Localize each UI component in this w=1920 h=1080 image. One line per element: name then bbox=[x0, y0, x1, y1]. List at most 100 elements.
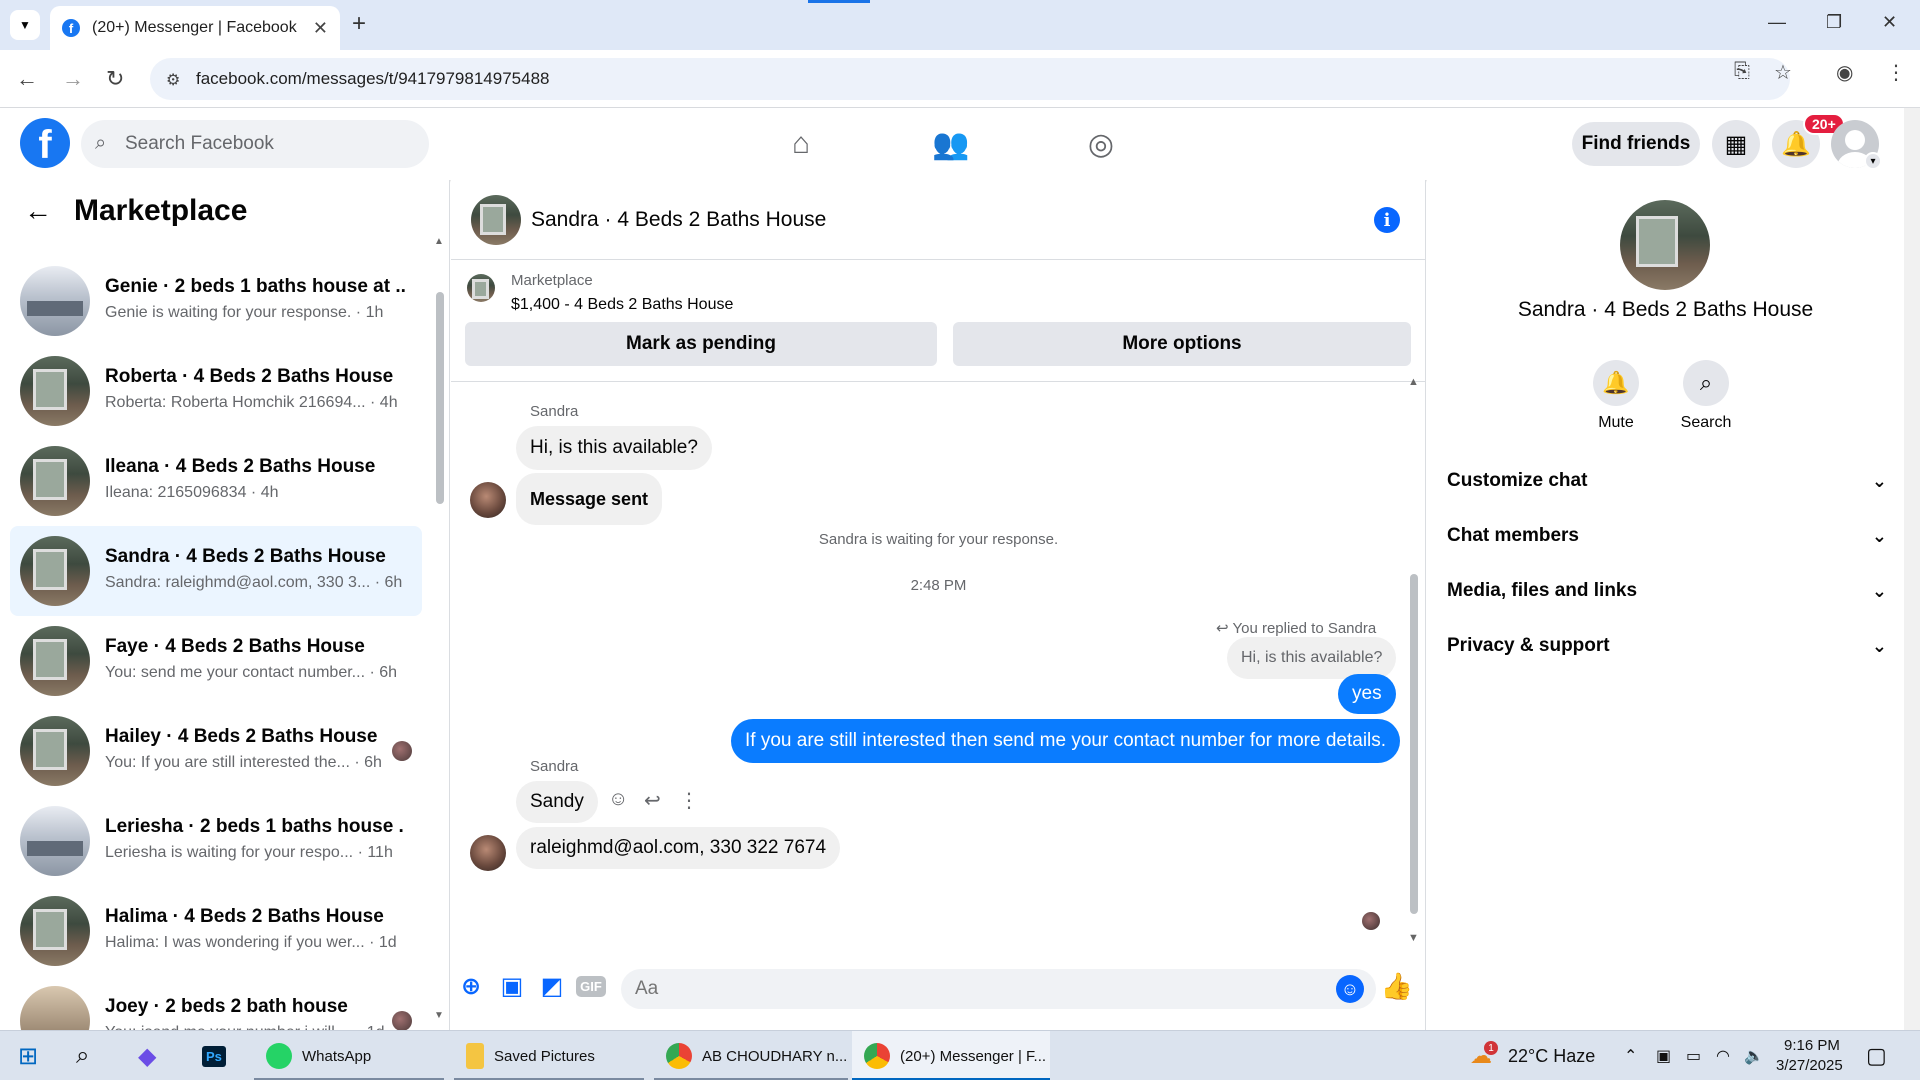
incoming-message[interactable]: raleighmd@aol.com, 330 322 7674 bbox=[516, 827, 841, 869]
url-text: facebook.com/messages/t/9417979814975488 bbox=[196, 69, 550, 88]
tab-search-button[interactable]: ▼ bbox=[10, 10, 40, 40]
incoming-message[interactable]: Hi, is this available? bbox=[516, 426, 712, 470]
restore-icon[interactable]: ❐ bbox=[1826, 12, 1842, 33]
attach-photo-icon[interactable]: ▣ bbox=[498, 972, 526, 1000]
message-input[interactable] bbox=[621, 969, 1376, 1009]
taskbar-saved-pictures[interactable]: Saved Pictures bbox=[454, 1031, 644, 1080]
chat-members-row[interactable]: Chat members ⌄ bbox=[1447, 516, 1887, 556]
quoted-message[interactable]: Hi, is this available? bbox=[1227, 637, 1397, 679]
battery-icon[interactable]: ▭ bbox=[1686, 1031, 1701, 1080]
forward-icon[interactable]: → bbox=[62, 66, 84, 92]
search-facebook-input[interactable]: ⌕ Search Facebook bbox=[81, 120, 429, 168]
bookmark-star-icon[interactable]: ☆ bbox=[1774, 60, 1792, 85]
clock-date[interactable]: 3/27/2025 bbox=[1776, 1057, 1843, 1074]
find-friends-button[interactable]: Find friends bbox=[1572, 122, 1700, 166]
sender-avatar[interactable] bbox=[470, 835, 506, 871]
copilot-icon[interactable]: ◆ bbox=[138, 1031, 156, 1080]
scroll-down-icon[interactable]: ▼ bbox=[434, 1010, 444, 1021]
facebook-header: f ⌕ Search Facebook ⌂ 👥 ◎ Find friends ▦… bbox=[0, 108, 1904, 180]
thumbs-up-icon[interactable]: 👍 bbox=[1381, 971, 1413, 1001]
notification-center-icon[interactable]: ▢ bbox=[1866, 1031, 1887, 1080]
details-avatar[interactable] bbox=[1620, 200, 1710, 290]
wifi-icon[interactable]: ◠ bbox=[1716, 1031, 1730, 1080]
weather-text[interactable]: 22°C Haze bbox=[1508, 1046, 1595, 1067]
sidebar-scrollbar[interactable]: ▲ ▼ bbox=[432, 236, 446, 1021]
taskbar-chrome-window-2[interactable]: (20+) Messenger | F... bbox=[852, 1031, 1050, 1080]
menu-dots-icon[interactable]: ⋮ bbox=[1886, 60, 1906, 85]
close-window-icon[interactable]: ✕ bbox=[1882, 12, 1897, 33]
volume-icon[interactable]: 🔈 bbox=[1744, 1031, 1764, 1080]
profile-icon[interactable]: ◉ bbox=[1836, 60, 1853, 85]
conversation-item[interactable]: Faye · 4 Beds 2 Baths House You: send me … bbox=[10, 616, 422, 706]
friends-icon[interactable]: 👥 bbox=[931, 124, 971, 164]
search-icon[interactable]: ⌕ bbox=[76, 1031, 89, 1080]
conversation-item[interactable]: Joey · 2 beds 2 bath houseYou: isend me … bbox=[10, 976, 422, 1030]
taskbar-chrome-window-1[interactable]: AB CHOUDHARY n... bbox=[654, 1031, 848, 1080]
home-icon[interactable]: ⌂ bbox=[781, 124, 821, 164]
address-bar[interactable]: ⚙ facebook.com/messages/t/94179798149754… bbox=[150, 58, 1790, 100]
outgoing-message[interactable]: yes bbox=[1338, 674, 1396, 714]
conversation-item[interactable]: Leriesha · 2 beds 1 baths house ... Lerie… bbox=[10, 796, 422, 886]
groups-icon[interactable]: ◎ bbox=[1081, 124, 1121, 164]
listing-price[interactable]: $1,400 - 4 Beds 2 Baths House bbox=[511, 296, 733, 314]
more-actions-plus-icon[interactable]: ⊕ bbox=[457, 972, 485, 1000]
install-app-icon[interactable]: ⎘ bbox=[1734, 60, 1750, 83]
show-hidden-icons-icon[interactable]: ⌃ bbox=[1624, 1031, 1637, 1080]
customize-chat-row[interactable]: Customize chat ⌄ bbox=[1447, 461, 1887, 501]
chat-scrollbar[interactable]: ▲ ▼ bbox=[1407, 376, 1421, 945]
incoming-message[interactable]: Message sent bbox=[516, 473, 663, 525]
emoji-icon[interactable]: ☺ bbox=[1336, 975, 1364, 1003]
tab-title: (20+) Messenger | Facebook bbox=[92, 19, 297, 36]
conversation-item[interactable]: Sandra · 4 Beds 2 Baths House Sandra: ral… bbox=[10, 526, 422, 616]
scroll-up-icon[interactable]: ▲ bbox=[1408, 376, 1419, 388]
windows-start-icon[interactable]: ⊞ bbox=[18, 1031, 38, 1080]
conversation-item[interactable]: Roberta · 4 Beds 2 Baths House Roberta: R… bbox=[10, 346, 422, 436]
reload-icon[interactable]: ↻ bbox=[106, 66, 124, 92]
reply-icon[interactable]: ↩ bbox=[644, 788, 661, 813]
search-in-chat-button[interactable]: ⌕ Search bbox=[1666, 360, 1746, 432]
close-tab-icon[interactable]: ✕ bbox=[313, 18, 328, 39]
conversation-list: Genie · 2 beds 1 baths house at ... Genie… bbox=[10, 256, 422, 1030]
chat-avatar[interactable] bbox=[471, 195, 521, 245]
incoming-message[interactable]: Sandy bbox=[516, 781, 598, 823]
conversation-item[interactable]: Genie · 2 beds 1 baths house at ... Genie… bbox=[10, 256, 422, 346]
media-files-links-row[interactable]: Media, files and links ⌄ bbox=[1447, 571, 1887, 611]
react-emoji-icon[interactable]: ☺ bbox=[608, 788, 628, 811]
mute-button[interactable]: 🔔 Mute bbox=[1576, 360, 1656, 432]
more-options-button[interactable]: More options bbox=[953, 322, 1411, 366]
conversation-item[interactable]: Halima · 4 Beds 2 Baths House Halima: I w… bbox=[10, 886, 422, 976]
sidebar-scroll-thumb[interactable] bbox=[436, 292, 444, 504]
gif-icon[interactable]: GIF bbox=[576, 972, 606, 1000]
mark-as-pending-button[interactable]: Mark as pending bbox=[465, 322, 937, 366]
conversation-item[interactable]: Hailey · 4 Beds 2 Baths House You: If you… bbox=[10, 706, 422, 796]
listing-thumbnail[interactable] bbox=[467, 274, 495, 302]
photoshop-icon[interactable]: Ps bbox=[202, 1031, 226, 1080]
new-tab-button[interactable]: + bbox=[352, 12, 366, 36]
chat-title[interactable]: Sandra · 4 Beds 2 Baths House bbox=[531, 208, 826, 232]
site-info-icon[interactable]: ⚙ bbox=[166, 70, 180, 90]
conversation-thumbnail bbox=[20, 626, 90, 696]
account-chevron-icon[interactable]: ▾ bbox=[1864, 152, 1882, 170]
sticker-icon[interactable]: ◩ bbox=[538, 972, 566, 1000]
clock-time[interactable]: 9:16 PM bbox=[1784, 1037, 1840, 1054]
minimize-icon[interactable]: — bbox=[1768, 12, 1786, 33]
chat-scroll-thumb[interactable] bbox=[1410, 574, 1418, 914]
sender-avatar[interactable] bbox=[470, 482, 506, 518]
back-icon[interactable]: ← bbox=[16, 66, 38, 92]
weather-icon[interactable]: ☁ bbox=[1470, 1031, 1492, 1080]
menu-grid-icon[interactable]: ▦ bbox=[1712, 120, 1760, 168]
conversation-item[interactable]: Ileana · 4 Beds 2 Baths House Ileana: 216… bbox=[10, 436, 422, 526]
more-dots-icon[interactable]: ⋮ bbox=[679, 788, 699, 813]
facebook-logo-icon[interactable]: f bbox=[20, 118, 70, 168]
privacy-support-row[interactable]: Privacy & support ⌄ bbox=[1447, 626, 1887, 666]
search-label: Search bbox=[1680, 414, 1732, 431]
scroll-up-icon[interactable]: ▲ bbox=[434, 236, 444, 247]
taskbar-whatsapp[interactable]: WhatsApp bbox=[254, 1031, 444, 1080]
browser-tab-messenger[interactable]: f (20+) Messenger | Facebook ✕ bbox=[50, 6, 340, 50]
back-arrow-icon[interactable]: ← bbox=[24, 195, 52, 227]
meet-now-icon[interactable]: ▣ bbox=[1656, 1031, 1671, 1080]
outgoing-message[interactable]: If you are still interested then send me… bbox=[731, 719, 1401, 763]
page-scrollbar[interactable] bbox=[1904, 108, 1920, 1030]
info-icon[interactable]: i bbox=[1374, 207, 1400, 233]
scroll-down-icon[interactable]: ▼ bbox=[1408, 932, 1419, 944]
